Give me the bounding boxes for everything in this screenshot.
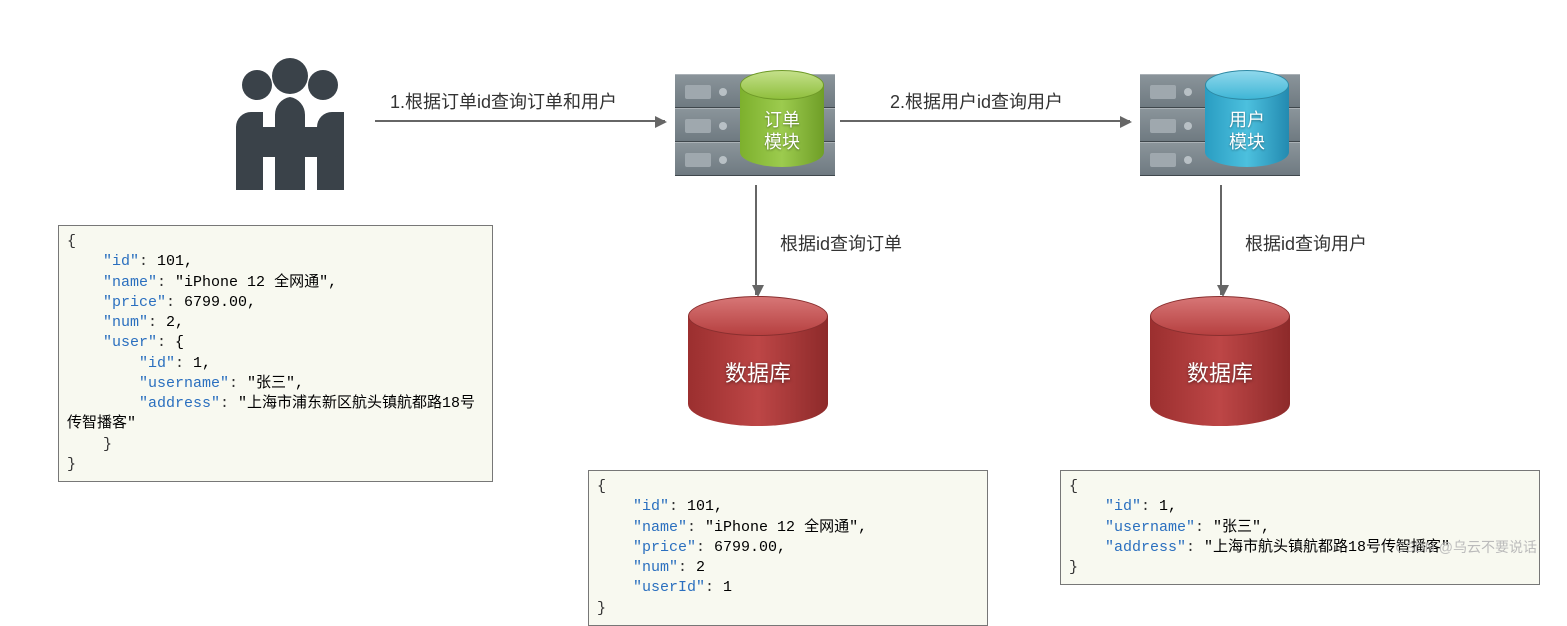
user-json-box: { "id": 1, "username": "张三", "address": … <box>1060 470 1540 585</box>
arrow-step-2 <box>840 120 1130 122</box>
arrow-step-2-label: 2.根据用户id查询用户 <box>890 88 1063 114</box>
users-icon <box>215 50 365 210</box>
arrow-user-db-label: 根据id查询用户 <box>1245 230 1367 256</box>
arrow-step-1-label: 1.根据订单id查询订单和用户 <box>390 88 617 114</box>
order-module-line2: 模块 <box>764 132 800 152</box>
merged-json-box: { "id": 101, "name": "iPhone 12 全网通", "p… <box>58 225 493 482</box>
arrow-step-1 <box>375 120 665 122</box>
user-module-line1: 用户 <box>1229 110 1265 130</box>
order-json-box: { "id": 101, "name": "iPhone 12 全网通", "p… <box>588 470 988 626</box>
watermark-text: CSDN @乌云不要说话 <box>1395 537 1537 557</box>
user-module-line2: 模块 <box>1229 132 1265 152</box>
order-database-icon: 数据库 <box>688 310 828 434</box>
user-module-icon: 用户模块 <box>1205 80 1289 174</box>
arrow-order-db <box>755 185 757 295</box>
order-module-line1: 订单 <box>764 110 800 130</box>
order-database-label: 数据库 <box>688 356 828 388</box>
user-database-icon: 数据库 <box>1150 310 1290 434</box>
order-module-icon: 订单模块 <box>740 80 824 174</box>
arrow-order-db-label: 根据id查询订单 <box>780 230 902 256</box>
arrow-user-db <box>1220 185 1222 295</box>
user-database-label: 数据库 <box>1150 356 1290 388</box>
